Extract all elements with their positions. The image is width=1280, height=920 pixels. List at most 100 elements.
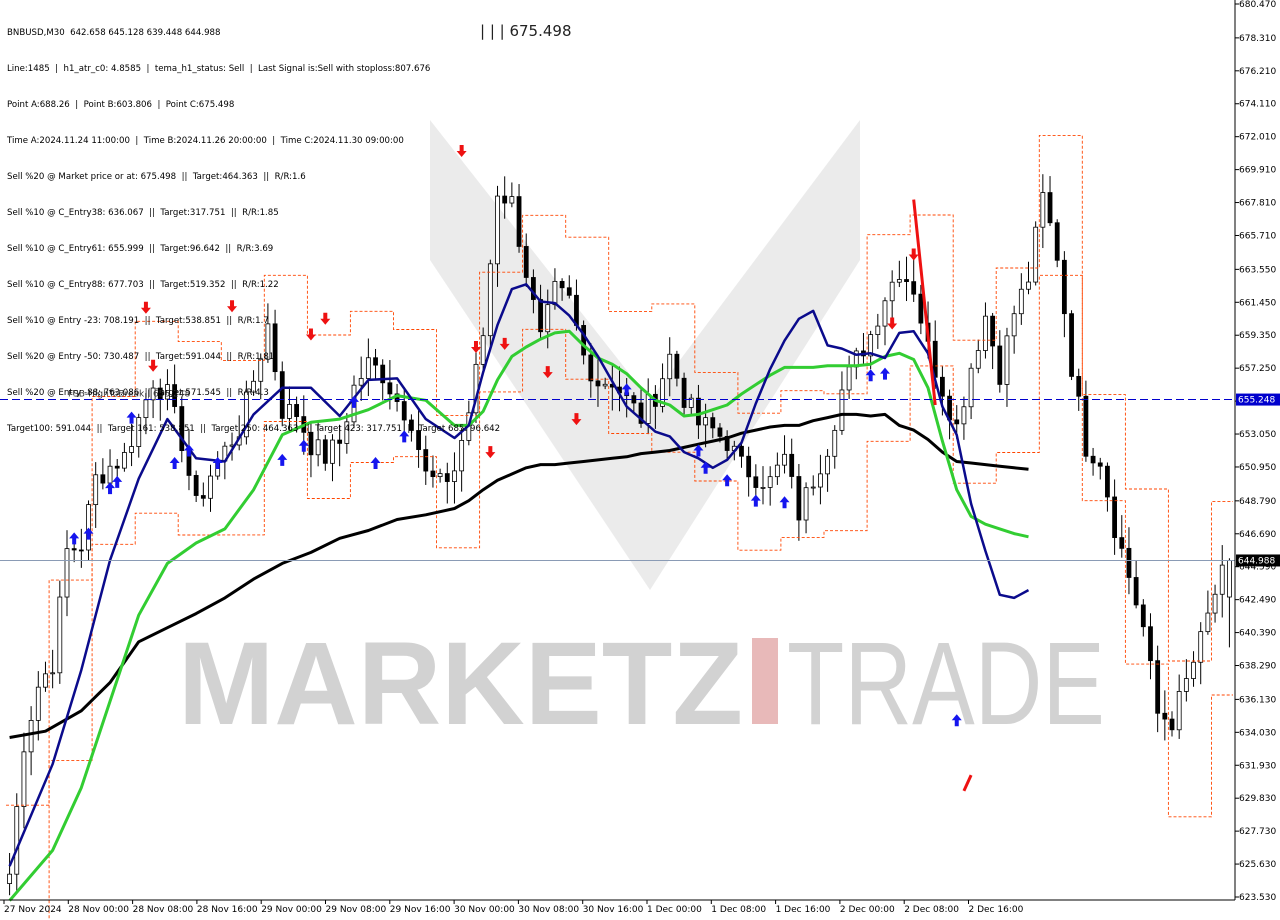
- candle-body: [1083, 395, 1089, 457]
- candle-body: [789, 453, 795, 477]
- candle-body: [538, 299, 543, 333]
- candle-body: [200, 495, 206, 499]
- info-line: Sell %10 @ C_Entry38: 636.067 || Target:…: [7, 208, 279, 218]
- candle-body: [552, 280, 558, 306]
- x-tick-label: 29 Nov 08:00: [326, 905, 387, 915]
- candle-body: [746, 455, 752, 478]
- candle-body: [975, 350, 981, 369]
- x-tick-label: 1 Dec 08:00: [711, 905, 766, 915]
- x-tick-label: 29 Nov 00:00: [261, 905, 322, 915]
- current-price-tag: 644.988: [1238, 556, 1275, 566]
- candle-body: [523, 246, 529, 278]
- candle-body: [1112, 496, 1118, 538]
- candle-body: [64, 548, 70, 598]
- candle-body: [1018, 288, 1024, 315]
- candle-body: [114, 465, 120, 469]
- info-line: Point A:688.26 | Point B:603.806 | Point…: [7, 100, 235, 110]
- candle-body: [1227, 560, 1232, 598]
- candle-body: [1105, 465, 1110, 498]
- candle-body: [86, 504, 91, 551]
- candle-body: [43, 673, 48, 688]
- candle-body: [129, 446, 134, 453]
- candle-body: [717, 427, 723, 437]
- info-line: Sell %10 @ C_Entry88: 677.703 || Target:…: [7, 280, 279, 290]
- y-tick-label: 634.030: [1239, 728, 1276, 738]
- candle-body: [839, 389, 845, 431]
- candle-body: [7, 873, 12, 884]
- candle-body: [1040, 192, 1046, 228]
- y-tick-label: 640.390: [1239, 629, 1276, 639]
- candle-body: [1219, 564, 1225, 595]
- candle-body: [939, 376, 945, 397]
- candle-body: [681, 377, 687, 408]
- y-tick-label: 665.710: [1239, 231, 1276, 241]
- y-tick-label: 676.210: [1239, 67, 1276, 77]
- candle-body: [1126, 547, 1132, 578]
- candle-body: [889, 281, 895, 302]
- x-tick-label: 28 Nov 00:00: [68, 905, 129, 915]
- y-tick-label: 642.490: [1239, 596, 1276, 606]
- y-tick-label: 680.470: [1239, 0, 1276, 10]
- candle-body: [50, 672, 56, 675]
- y-tick-label: 627.730: [1239, 827, 1276, 837]
- candle-body: [1162, 712, 1168, 720]
- info-line: Line:1485 | h1_atr_c0: 4.8585 | tema_h1_…: [7, 64, 431, 74]
- x-tick-label: 2 Dec 00:00: [840, 905, 895, 915]
- candle-body: [1155, 660, 1161, 714]
- info-line: Sell %10 @ C_Entry61: 655.999 || Target:…: [7, 244, 274, 254]
- candle-body: [574, 294, 579, 326]
- candle-body: [78, 549, 84, 552]
- x-tick-label: 2 Dec 16:00: [969, 905, 1024, 915]
- y-tick-label: 636.130: [1239, 695, 1276, 705]
- candle-body: [1198, 631, 1204, 663]
- candle-body: [803, 487, 809, 521]
- y-tick-label: 669.910: [1239, 166, 1276, 176]
- candle-body: [696, 397, 701, 426]
- y-tick-label: 672.010: [1239, 133, 1276, 143]
- y-tick-label: 661.450: [1239, 298, 1276, 308]
- candle-body: [1061, 259, 1067, 315]
- candle-body: [1026, 281, 1031, 290]
- y-tick-label: 638.290: [1239, 662, 1276, 672]
- candle-body: [1033, 226, 1039, 283]
- candle-body: [667, 353, 673, 380]
- y-tick-label: 678.310: [1239, 34, 1276, 44]
- candle-body: [1054, 222, 1060, 261]
- info-line: Time A:2024.11.24 11:00:00 | Time B:2024…: [7, 136, 404, 146]
- candle-body: [1047, 192, 1053, 224]
- candle-body: [832, 429, 838, 457]
- candle-body: [753, 476, 759, 488]
- candle-body: [208, 475, 213, 499]
- candle-body: [703, 417, 709, 426]
- candle-body: [1169, 718, 1175, 731]
- watermark-bar: [752, 638, 778, 724]
- candle-body: [990, 315, 996, 347]
- candle-body: [437, 473, 443, 478]
- candle-body: [896, 279, 902, 283]
- y-tick-label: 650.950: [1239, 463, 1276, 473]
- watermark-text-right: TRADE: [787, 618, 1105, 750]
- candle-body: [1133, 577, 1139, 606]
- candle-body: [961, 406, 967, 425]
- candle-body: [968, 367, 974, 408]
- candle-body: [566, 287, 572, 296]
- candle-body: [602, 383, 608, 387]
- candle-body: [121, 452, 127, 469]
- y-tick-label: 629.830: [1239, 794, 1276, 804]
- x-tick-label: 30 Nov 16:00: [583, 905, 644, 915]
- candle-body: [1205, 612, 1211, 633]
- info-panel: BNBUSD,M30 642.658 645.128 639.448 644.9…: [7, 3, 500, 447]
- x-tick-label: 30 Nov 08:00: [518, 905, 579, 915]
- info-line: BNBUSD,M30 642.658 645.128 639.448 644.9…: [7, 28, 221, 38]
- candle-body: [1191, 661, 1196, 679]
- x-tick-label: 27 Nov 2024: [4, 905, 62, 915]
- candle-body: [710, 417, 716, 429]
- y-tick-label: 653.050: [1239, 430, 1276, 440]
- y-tick-label: 646.690: [1239, 530, 1276, 540]
- candle-body: [588, 354, 594, 382]
- candle-body: [1069, 313, 1074, 377]
- candle-body: [430, 470, 436, 478]
- candle-body: [774, 464, 780, 478]
- y-tick-label: 625.630: [1239, 860, 1276, 870]
- candle-body: [107, 465, 113, 484]
